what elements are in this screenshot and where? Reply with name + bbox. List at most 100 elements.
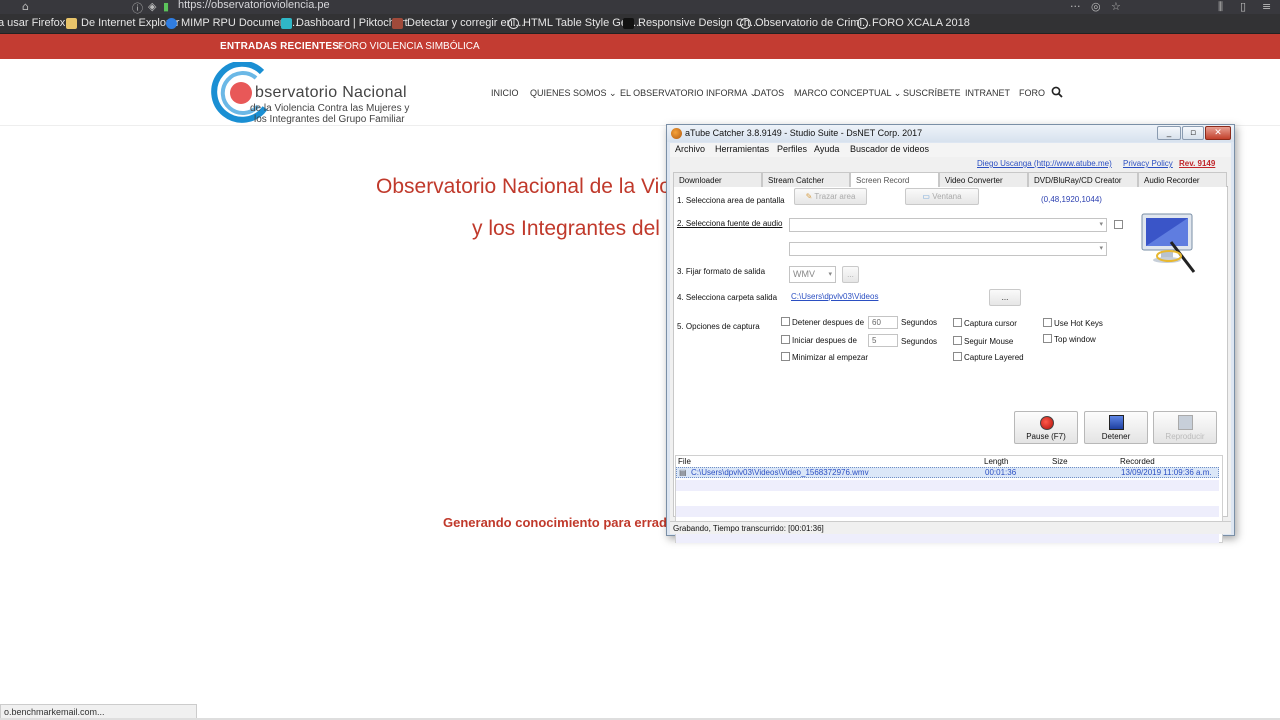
menu-herramientas[interactable]: Herramientas	[715, 144, 769, 154]
minimize-checkbox[interactable]	[781, 352, 790, 361]
bookmark-item[interactable]: Dashboard | Piktochart	[281, 17, 408, 29]
output-folder-field[interactable]: C:\Users\dpvlv03\Videos	[789, 291, 985, 305]
privacy-link[interactable]: Privacy Policy	[1123, 159, 1173, 168]
logo-title[interactable]: bservatorio Nacional	[255, 84, 407, 102]
tab-video-converter[interactable]: Video Converter	[939, 172, 1028, 187]
browse-folder-button[interactable]: ...	[989, 289, 1021, 306]
hero-title-line2: y los Integrantes del G	[472, 217, 683, 240]
bookmark-item[interactable]: Responsive Design Ch...	[623, 17, 759, 29]
minimize-label: Minimizar al empezar	[792, 353, 869, 362]
minimize-button[interactable]: _	[1157, 126, 1181, 140]
menu-perfiles[interactable]: Perfiles	[777, 144, 807, 154]
sidebar-icon[interactable]: ▯	[1240, 0, 1246, 13]
bookmark-item[interactable]: MIMP RPU Document...	[166, 17, 298, 29]
nav-marco-conceptual[interactable]: MARCO CONCEPTUAL ⌄	[794, 88, 901, 99]
tab-audio-recorder[interactable]: Audio Recorder	[1138, 172, 1227, 187]
play-button[interactable]: Reproducir	[1153, 411, 1217, 444]
menu-ayuda[interactable]: Ayuda	[814, 144, 839, 154]
stop-button[interactable]: Detener	[1084, 411, 1148, 444]
revision-link[interactable]: Rev. 9149	[1179, 159, 1215, 168]
tab-downloader[interactable]: Downloader	[673, 172, 762, 187]
nav-datos[interactable]: DATOS	[754, 88, 784, 98]
menu-buscador-videos[interactable]: Buscador de videos	[850, 144, 929, 154]
ventana-button[interactable]: ▭ Ventana	[905, 188, 979, 205]
menu-icon[interactable]: ≡	[1262, 0, 1271, 13]
step4-label: 4. Selecciona carpeta salida	[677, 293, 778, 302]
step5-label: 5. Opciones de captura	[677, 322, 760, 331]
audio-source-select[interactable]: ▾	[789, 218, 1107, 232]
nav-suscribete[interactable]: SUSCRÍBETE	[903, 88, 961, 98]
nav-observatorio-informa[interactable]: EL OBSERVATORIO INFORMA ⌄	[620, 88, 757, 99]
maximize-button[interactable]: ▫	[1182, 126, 1204, 140]
folder-icon	[66, 17, 77, 29]
capture-cursor-label: Captura cursor	[964, 319, 1017, 328]
capture-cursor-checkbox[interactable]	[953, 318, 962, 327]
tab-stream-catcher[interactable]: Stream Catcher	[762, 172, 850, 187]
trazar-area-button[interactable]: ✎ Trazar area	[794, 188, 867, 205]
screen-record-monitor-icon	[1141, 213, 1196, 273]
start-seconds-label: Segundos	[901, 337, 938, 346]
lock-icon: ▮	[163, 0, 170, 13]
bookmark-item[interactable]: a usar Firefox	[0, 17, 65, 29]
column-recorded[interactable]: Recorded	[1120, 457, 1155, 466]
bookmark-item[interactable]: Detectar y corregir enl...	[392, 17, 524, 29]
window-titlebar[interactable]: aTube Catcher 3.8.9149 - Studio Suite - …	[667, 125, 1234, 142]
tab-screen-record[interactable]: Screen Record	[850, 172, 939, 188]
recent-post-link[interactable]: FORO VIOLENCIA SIMBÓLICA	[338, 41, 480, 52]
column-size[interactable]: Size	[1052, 457, 1068, 466]
bookmark-item[interactable]: FORO XCALA 2018	[857, 17, 970, 29]
menu-archivo[interactable]: Archivo	[675, 144, 705, 154]
logo-subtitle-line1: de la Violencia Contra las Mujeres y	[250, 103, 410, 114]
bookmark-star-icon[interactable]: ☆	[1111, 0, 1121, 13]
table-row[interactable]: ▤ C:\Users\dpvlv03\Videos\Video_15683729…	[676, 467, 1219, 478]
stop-after-input[interactable]: 60	[868, 316, 898, 329]
bookmark-item[interactable]: De Internet Explorer	[66, 17, 179, 29]
bookmark-item[interactable]: Observatorio de Crimi...	[740, 17, 871, 29]
hot-keys-label: Use Hot Keys	[1054, 319, 1103, 328]
window-icon: ▭	[922, 192, 930, 201]
close-button[interactable]: ✕	[1205, 126, 1231, 140]
library-icon[interactable]: ⫼	[1218, 0, 1223, 14]
pause-button[interactable]: Pause (F7)	[1014, 411, 1078, 444]
home-icon[interactable]: ⌂	[22, 0, 29, 13]
start-after-checkbox[interactable]	[781, 335, 790, 344]
format-settings-button[interactable]: ...	[842, 266, 859, 283]
start-after-input[interactable]: 5	[868, 334, 898, 347]
audio-source2-select[interactable]: ▾	[789, 242, 1107, 256]
nav-inicio[interactable]: INICIO	[491, 88, 519, 98]
nav-intranet[interactable]: INTRANET	[965, 88, 1010, 98]
author-link[interactable]: Diego Uscanga (http://www.atube.me)	[977, 159, 1112, 168]
stop-after-checkbox[interactable]	[781, 317, 790, 326]
column-length[interactable]: Length	[984, 457, 1008, 466]
chevron-down-icon: ▾	[1099, 220, 1103, 228]
page-actions-icon[interactable]: ···	[1070, 0, 1081, 13]
bookmark-label: Dashboard | Piktochart	[296, 17, 408, 29]
audio-source-checkbox[interactable]	[1114, 220, 1123, 229]
capture-layered-checkbox[interactable]	[953, 352, 962, 361]
format-select[interactable]: WMV ▾	[789, 266, 836, 283]
play-icon	[1178, 415, 1193, 430]
search-icon[interactable]	[1051, 86, 1063, 98]
bookmark-label: a usar Firefox	[0, 17, 66, 29]
button-label: Ventana	[932, 192, 962, 201]
follow-mouse-label: Seguir Mouse	[964, 337, 1014, 346]
button-label: Reproducir	[1165, 432, 1205, 441]
browser-url-bar: ⌂ ⓘ ◈ ▮ https://observatorioviolencia.pe…	[0, 0, 1280, 15]
site-icon	[166, 17, 177, 29]
follow-mouse-checkbox[interactable]	[953, 336, 962, 345]
screen-record-panel: 1. Selecciona area de pantalla ✎ Trazar …	[673, 187, 1228, 543]
tracking-shield-icon[interactable]: ◈	[148, 0, 156, 13]
pocket-icon[interactable]: ◎	[1091, 0, 1101, 13]
recent-posts-bar: ENTRADAS RECIENTES: FORO VIOLENCIA SIMBÓ…	[0, 34, 1280, 59]
column-file[interactable]: File	[678, 457, 691, 466]
app-icon	[671, 128, 682, 139]
nav-foro[interactable]: FORO	[1019, 88, 1045, 98]
tab-strip: Downloader Stream Catcher Screen Record …	[673, 172, 1228, 188]
window-client-area: Diego Uscanga (http://www.atube.me) Priv…	[670, 157, 1231, 543]
hot-keys-checkbox[interactable]	[1043, 318, 1052, 327]
url-text[interactable]: https://observatorioviolencia.pe	[178, 0, 330, 11]
window-title: aTube Catcher 3.8.9149 - Studio Suite - …	[685, 128, 923, 138]
top-window-checkbox[interactable]	[1043, 334, 1052, 343]
tab-dvd-creator[interactable]: DVD/BluRay/CD Creator	[1028, 172, 1138, 187]
nav-quienes-somos[interactable]: QUIENES SOMOS ⌄	[530, 88, 617, 99]
